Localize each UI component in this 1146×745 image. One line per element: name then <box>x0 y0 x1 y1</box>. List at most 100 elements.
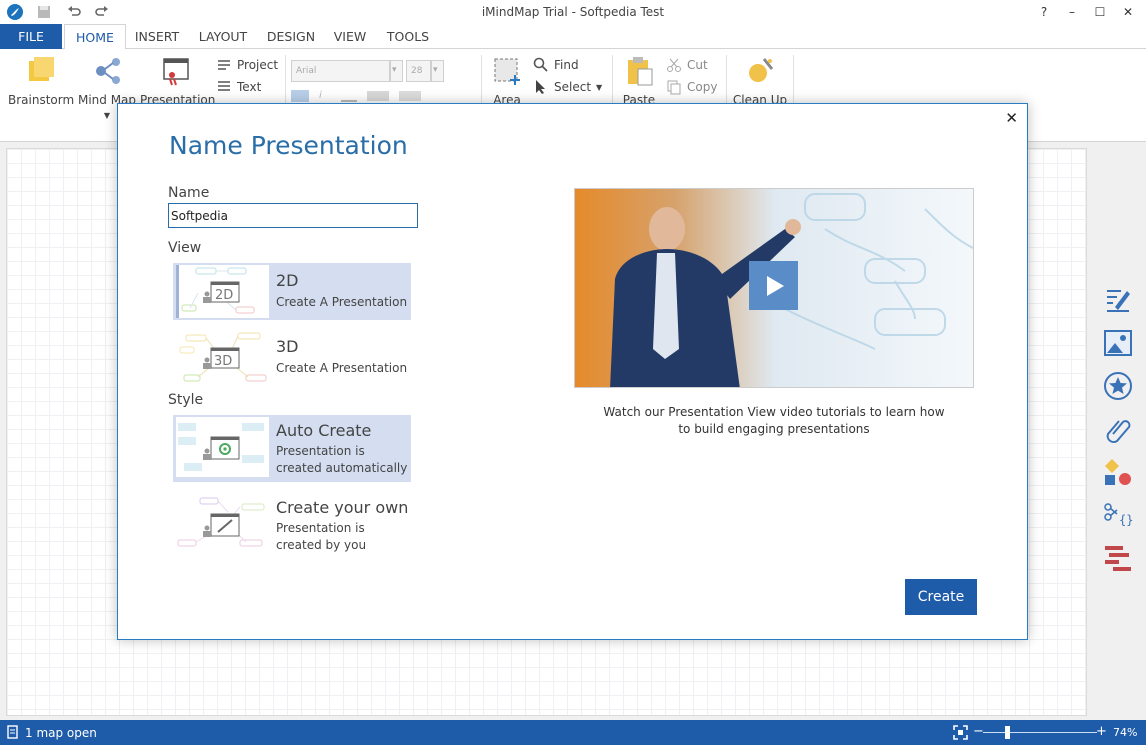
svg-text:2D: 2D <box>215 288 233 303</box>
select-dropdown-icon[interactable]: ▼ <box>596 83 602 92</box>
tab-view[interactable]: VIEW <box>330 24 370 49</box>
ribbon-separator <box>481 55 482 105</box>
fill-color-icon[interactable] <box>367 91 389 101</box>
line-color-icon[interactable] <box>399 91 421 101</box>
find-label: Find <box>554 58 579 72</box>
style-option-create-your-own[interactable]: Create your own Presentation is created … <box>173 492 411 559</box>
tab-file[interactable]: FILE <box>0 24 62 49</box>
presentation-button[interactable]: Presentation <box>140 55 215 107</box>
video-caption-line-1: Watch our Presentation View video tutori… <box>603 405 945 419</box>
style-option-subtitle-2: created automatically <box>276 461 408 475</box>
ribbon-separator <box>612 55 613 105</box>
clean-up-icon <box>744 55 776 87</box>
underline-icon[interactable] <box>341 90 357 102</box>
paperclip-icon[interactable] <box>1103 414 1133 444</box>
star-icon[interactable] <box>1103 371 1133 401</box>
view-option-2d[interactable]: 2D 2D Create A Presentation <box>173 263 411 320</box>
style-label: Style <box>168 392 204 408</box>
play-icon[interactable] <box>749 261 798 310</box>
title-bar: iMindMap Trial - Softpedia Test ? – ☐ ✕ <box>0 0 1146 24</box>
presentation-icon <box>160 55 192 87</box>
project-label: Project <box>237 58 279 72</box>
font-size-dropdown-icon[interactable]: ▾ <box>431 60 444 82</box>
side-panel: {} <box>1092 142 1146 720</box>
project-button[interactable]: Project <box>216 57 278 73</box>
task-list-icon[interactable] <box>1103 543 1133 573</box>
create-button[interactable]: Create <box>905 579 977 615</box>
view-option-3d[interactable]: 3D 3D Create A Presentation <box>173 329 411 386</box>
name-presentation-dialog: ✕ Name Presentation Name View 2D 2D Crea… <box>117 103 1028 640</box>
presentation-name-input[interactable] <box>168 203 418 228</box>
maps-open-status: 1 map open <box>25 726 97 740</box>
style-option-title: Create your own <box>276 498 409 517</box>
ribbon-separator <box>285 55 286 105</box>
view-label: View <box>168 240 202 256</box>
scissors-icon <box>666 57 682 73</box>
tab-tools[interactable]: TOOLS <box>380 24 436 49</box>
tab-insert[interactable]: INSERT <box>128 24 186 49</box>
font-size-select[interactable]: 28 <box>406 60 431 82</box>
format-toolbar: i <box>291 89 471 103</box>
magnifier-icon <box>533 57 549 73</box>
status-bar: 1 map open − + 74% <box>0 720 1146 745</box>
tutorial-video-thumbnail[interactable] <box>574 188 974 388</box>
minimize-button[interactable]: – <box>1058 0 1086 24</box>
tab-home[interactable]: HOME <box>64 24 126 50</box>
notes-icon[interactable] <box>1103 285 1133 315</box>
paste-button[interactable]: Paste <box>620 55 658 107</box>
dialog-close-button[interactable]: ✕ <box>1005 109 1018 127</box>
text-button[interactable]: Text <box>216 79 261 95</box>
style-option-subtitle-2: created by you <box>276 538 367 552</box>
cut-label: Cut <box>687 58 708 72</box>
copy-button[interactable]: Copy <box>666 79 717 95</box>
view-option-title: 3D <box>276 337 299 356</box>
close-button[interactable]: ✕ <box>1114 0 1142 24</box>
style-option-subtitle-1: Presentation is <box>276 521 365 535</box>
video-caption: Watch our Presentation View video tutori… <box>574 404 974 438</box>
brainstorm-button[interactable]: Brainstorm <box>8 55 74 107</box>
view-option-title: 2D <box>276 271 299 290</box>
svg-text:3D: 3D <box>214 354 232 369</box>
image-icon[interactable] <box>1103 328 1133 358</box>
3d-thumbnail: 3D <box>176 331 269 384</box>
view-option-subtitle: Create A Presentation <box>276 295 408 309</box>
tab-layout[interactable]: LAYOUT <box>192 24 254 49</box>
area-button[interactable]: Area <box>490 55 524 107</box>
name-label: Name <box>168 185 210 201</box>
document-icon <box>6 725 20 739</box>
svg-text:{}: {} <box>1119 513 1133 527</box>
style-option-auto-create[interactable]: Auto Create Presentation is created auto… <box>173 415 411 482</box>
clean-up-button[interactable]: Clean Up <box>732 55 788 107</box>
shapes-icon[interactable] <box>1103 457 1133 487</box>
zoom-in-button[interactable]: + <box>1096 724 1107 739</box>
area-select-icon <box>491 55 523 87</box>
text-icon <box>216 79 232 95</box>
italic-icon[interactable]: i <box>319 90 331 102</box>
cut-button[interactable]: Cut <box>666 57 708 73</box>
find-button[interactable]: Find <box>533 57 579 73</box>
font-name-dropdown-icon[interactable]: ▾ <box>390 60 403 82</box>
zoom-slider[interactable] <box>983 732 1097 733</box>
ribbon-separator <box>793 55 794 105</box>
ribbon-separator <box>726 55 727 105</box>
font-name-select[interactable]: Arial <box>291 60 390 82</box>
ribbon-tabs: FILE HOME INSERT LAYOUT DESIGN VIEW TOOL… <box>0 24 1146 50</box>
mind-map-icon <box>91 55 123 87</box>
select-button[interactable]: Select ▼ <box>533 79 602 95</box>
help-button[interactable]: ? <box>1030 0 1058 24</box>
bold-icon[interactable] <box>291 90 309 102</box>
project-icon <box>216 57 232 73</box>
tab-design[interactable]: DESIGN <box>262 24 320 49</box>
window-title: iMindMap Trial - Softpedia Test <box>481 5 665 19</box>
2d-thumbnail: 2D <box>176 265 269 318</box>
maximize-button[interactable]: ☐ <box>1086 0 1114 24</box>
cursor-icon <box>533 79 549 95</box>
text-label: Text <box>237 80 262 94</box>
fit-to-screen-icon[interactable] <box>953 725 968 740</box>
code-snippet-icon[interactable]: {} <box>1103 500 1133 530</box>
sticky-notes-icon <box>25 55 57 87</box>
select-label: Select <box>554 80 592 94</box>
brainstorm-label: Brainstorm <box>8 93 75 107</box>
zoom-slider-handle[interactable] <box>1005 726 1010 739</box>
video-caption-line-2: to build engaging presentations <box>678 422 870 436</box>
